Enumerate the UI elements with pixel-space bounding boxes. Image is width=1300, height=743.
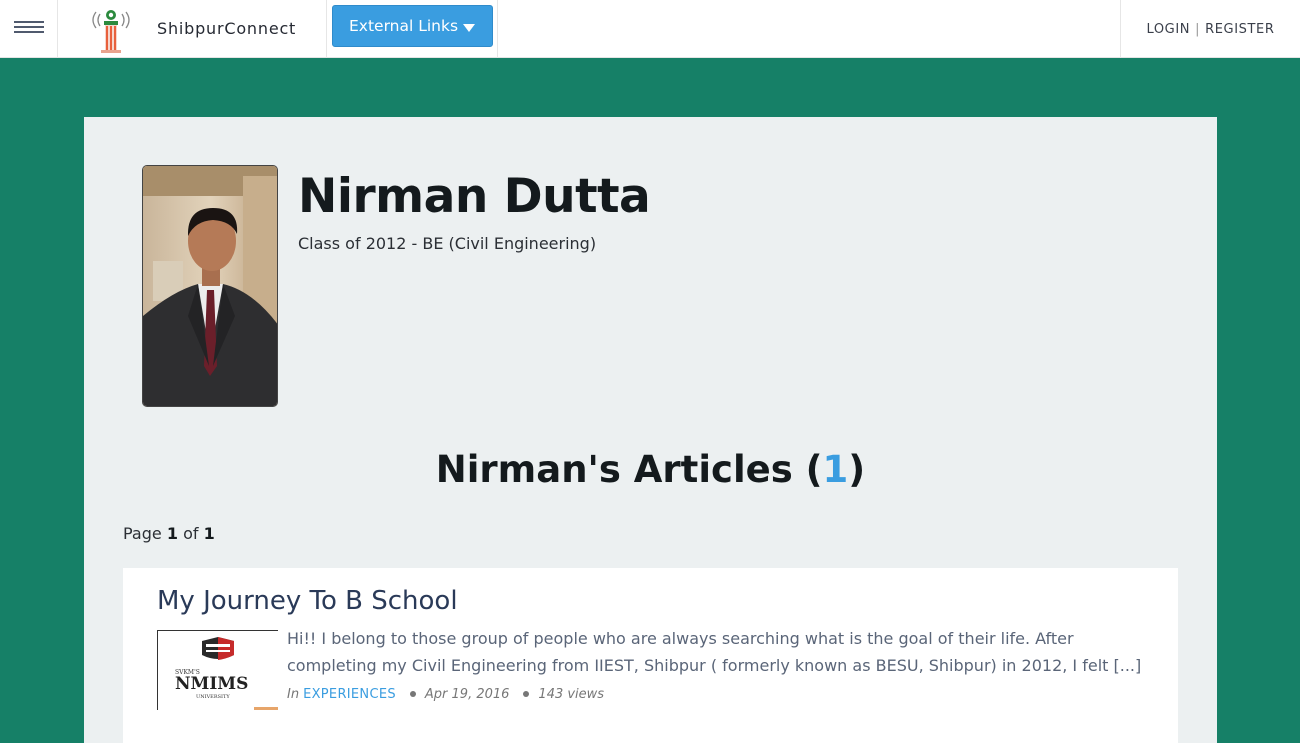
article-date: Apr 19, 2016	[424, 687, 510, 702]
hamburger-menu-icon[interactable]	[0, 0, 58, 58]
nmims-logo-image: SVKM'S NMIMS UNIVERSITY	[158, 631, 278, 710]
article-card: My Journey To B School SVKM'S NMIMS UNIV…	[123, 568, 1178, 743]
site-brand-link[interactable]: ShibpurConnect	[58, 0, 327, 58]
articles-heading-close: )	[848, 448, 866, 491]
profile-avatar	[142, 165, 278, 407]
article-in-label: In	[287, 687, 300, 702]
profile-photo	[143, 166, 277, 406]
login-link[interactable]: LOGIN	[1146, 22, 1190, 37]
profile-class-line: Class of 2012 - BE (Civil Engineering)	[298, 234, 597, 253]
caret-down-icon	[463, 24, 475, 32]
pagination-info: Page 1 of 1	[123, 524, 215, 543]
article-title-link[interactable]: My Journey To B School	[157, 586, 458, 616]
page-label: Page	[123, 524, 162, 543]
article-excerpt: Hi!! I belong to those group of people w…	[287, 629, 1142, 675]
page-of: of	[183, 524, 199, 543]
auth-separator: |	[1195, 21, 1201, 37]
article-meta: In EXPERIENCES Apr 19, 2016 143 views	[287, 687, 604, 702]
auth-links: LOGIN | REGISTER	[1120, 0, 1300, 58]
articles-heading-text: Nirman's Articles (	[435, 448, 823, 491]
article-category-link[interactable]: EXPERIENCES	[303, 687, 396, 702]
external-links-dropdown-button[interactable]: External Links	[332, 5, 493, 47]
external-links-label: External Links	[349, 17, 459, 35]
meta-dot-separator	[523, 691, 530, 697]
top-navigation-bar: ShibpurConnect External Links LOGIN | RE…	[0, 0, 1300, 58]
thumb-logo-text: NMIMS	[175, 674, 248, 694]
site-name: ShibpurConnect	[157, 19, 297, 38]
profile-panel: Nirman Dutta Class of 2012 - BE (Civil E…	[84, 117, 1217, 743]
article-views: 143 views	[538, 687, 605, 702]
meta-dot-separator	[409, 691, 416, 697]
profile-name: Nirman Dutta	[298, 169, 651, 224]
articles-count: 1	[822, 448, 849, 491]
register-link[interactable]: REGISTER	[1205, 22, 1274, 37]
page-current: 1	[166, 524, 178, 543]
article-thumbnail[interactable]: SVKM'S NMIMS UNIVERSITY	[157, 630, 278, 710]
header-divider	[497, 0, 498, 58]
thumb-small-bottom: UNIVERSITY	[196, 694, 230, 700]
page-total: 1	[203, 524, 215, 543]
articles-heading: Nirman's Articles (1)	[84, 448, 1217, 491]
clock-tower-logo-icon	[92, 10, 130, 53]
